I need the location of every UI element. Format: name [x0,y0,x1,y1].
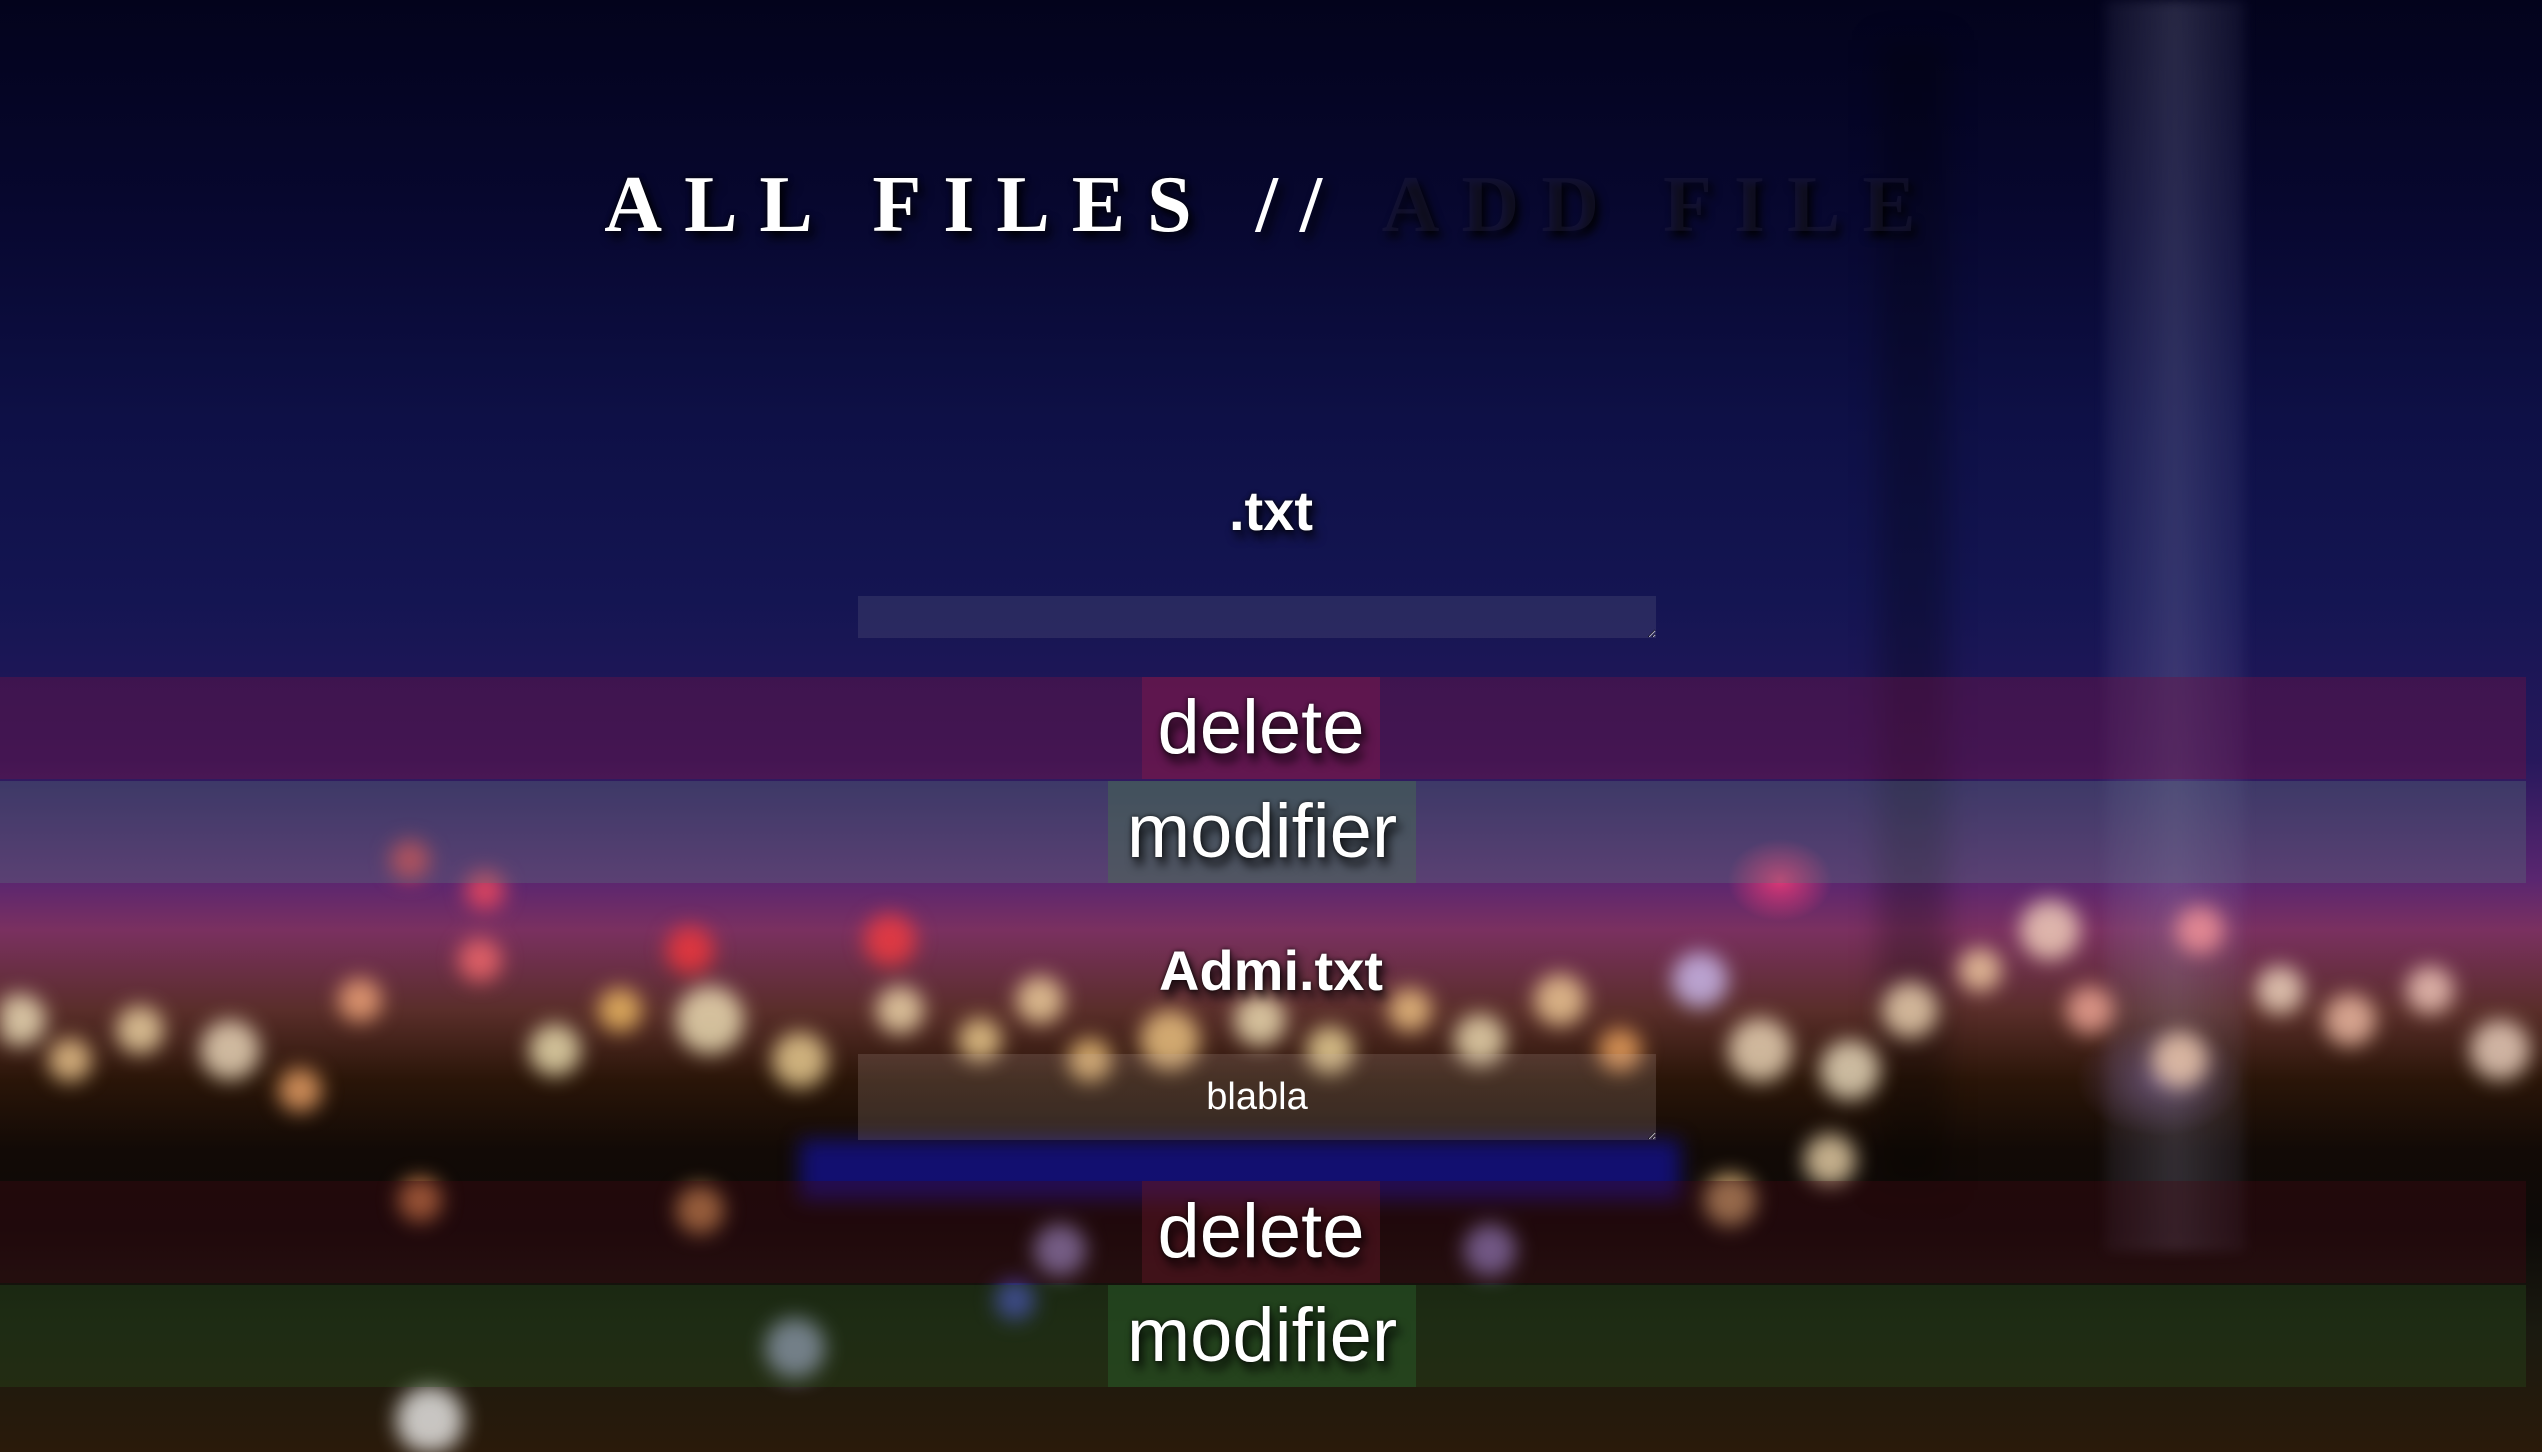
bokeh-light [2470,1020,2530,1080]
bokeh-light [529,1024,581,1076]
bokeh-light [1804,1134,1856,1186]
file-content-field[interactable]: blabla [858,1054,1656,1140]
bokeh-light [1728,1018,1792,1082]
bokeh-light [2152,1032,2208,1088]
modify-button[interactable]: modifier [1108,1285,1416,1387]
bokeh-light [1820,1040,1880,1100]
nav-add-file-link[interactable]: ADD FILE [1382,161,1938,249]
bokeh-light [200,1020,260,1080]
file-name: Admi.txt [1159,939,1383,1002]
modify-button[interactable]: modifier [1108,781,1416,883]
nav-all-files-link[interactable]: ALL FILES [604,161,1213,249]
file-name: .txt [1229,479,1313,542]
delete-button[interactable]: delete [1142,1181,1380,1283]
bokeh-light [278,1068,322,1112]
delete-button[interactable]: delete [1142,677,1380,779]
bokeh-light [48,1038,92,1082]
bokeh-light [772,1032,828,1088]
bokeh-light [396,1386,464,1452]
next-file-name-partial [1100,1430,1220,1452]
page-header: ALL FILES // ADD FILE [0,160,2542,251]
file-content-field[interactable] [858,596,1656,638]
bokeh-light [116,1006,164,1054]
nav-separator: // [1255,161,1345,249]
